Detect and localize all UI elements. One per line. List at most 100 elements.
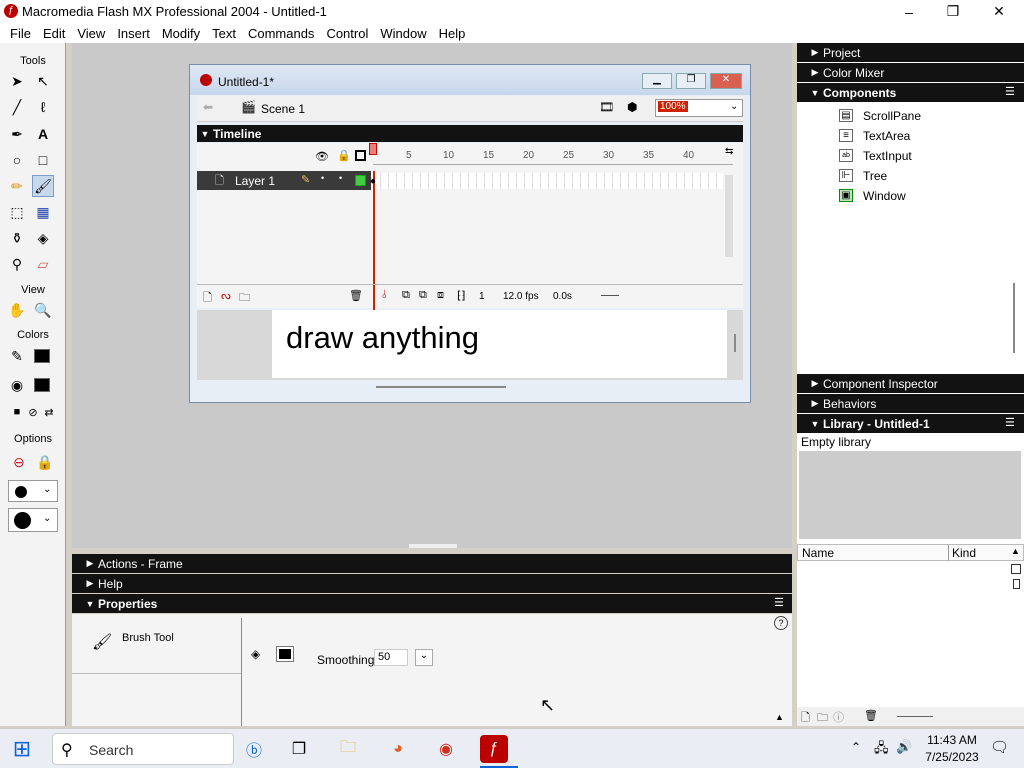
playhead-handle[interactable] xyxy=(369,143,377,155)
paint-bucket-tool-icon[interactable]: ◈ xyxy=(32,227,54,249)
center-frame-icon[interactable]: ⫰ xyxy=(382,289,387,302)
menu-modify[interactable]: Modify xyxy=(156,26,206,41)
panel-menu-icon[interactable]: ☰ xyxy=(1005,416,1015,429)
component-item[interactable]: ≡ TextArea xyxy=(839,127,1009,145)
collapse-arrow-icon[interactable]: ▲ xyxy=(775,712,784,722)
menu-file[interactable]: File xyxy=(4,26,37,41)
stage-canvas[interactable]: draw anything xyxy=(272,310,727,378)
task-view-icon[interactable]: ❐ xyxy=(285,735,313,763)
color-mixer-panel-header[interactable]: ▶ Color Mixer xyxy=(797,63,1024,82)
frame-ruler[interactable]: 5 10 15 20 25 30 35 40 xyxy=(373,143,733,165)
rectangle-tool-icon[interactable]: □ xyxy=(32,149,54,171)
wide-view-icon[interactable] xyxy=(1011,564,1021,574)
notifications-icon[interactable]: 🗨 xyxy=(990,738,1009,756)
flash-taskbar-icon[interactable]: ƒ xyxy=(480,735,508,763)
stage-vscroll[interactable] xyxy=(734,334,736,352)
component-item[interactable]: ab TextInput xyxy=(839,147,1009,165)
brush-size-select[interactable]: ⌄ xyxy=(8,480,58,502)
component-item[interactable]: ▣ Window xyxy=(839,187,1009,205)
eraser-tool-icon[interactable]: ▱ xyxy=(32,253,54,275)
project-panel-header[interactable]: ▶ Project xyxy=(797,43,1024,62)
menu-control[interactable]: Control xyxy=(320,26,374,41)
add-motion-guide-icon[interactable]: ᔓ xyxy=(221,289,231,302)
visible-dot-icon[interactable]: • xyxy=(321,173,324,183)
clock-time[interactable]: 11:43 AM xyxy=(922,733,982,747)
clock-date[interactable]: 7/25/2023 xyxy=(922,750,982,764)
text-tool-icon[interactable]: A xyxy=(32,123,54,145)
network-icon[interactable]: 🖧 xyxy=(874,739,889,761)
fill-color-icon[interactable]: ◉ xyxy=(6,374,28,396)
menu-help[interactable]: Help xyxy=(433,26,472,41)
insert-folder-icon[interactable]: 🗀 xyxy=(239,289,250,308)
close-button[interactable]: ✕ xyxy=(976,0,1022,23)
timeline-hscroll[interactable] xyxy=(601,295,619,296)
chevron-up-icon[interactable]: ⌃ xyxy=(851,740,861,754)
brush-tool-icon[interactable]: 🖌 xyxy=(32,175,54,197)
column-name[interactable]: Name xyxy=(802,546,834,560)
onion-skin-outlines-icon[interactable]: ⧉ xyxy=(419,289,427,302)
behaviors-panel-header[interactable]: ▶ Behaviors xyxy=(797,394,1024,413)
menu-commands[interactable]: Commands xyxy=(242,26,320,41)
column-kind[interactable]: Kind xyxy=(952,546,976,560)
outline-color-swatch[interactable] xyxy=(355,175,366,186)
layer-row[interactable]: 🗋 Layer 1 ✎ • • xyxy=(197,171,371,190)
new-symbol-icon[interactable]: 🗋 xyxy=(801,709,810,728)
timeline-scrollbar[interactable] xyxy=(725,175,733,257)
stage-hscroll[interactable] xyxy=(376,386,506,388)
stage-text[interactable]: draw anything xyxy=(286,320,479,356)
free-transform-tool-icon[interactable]: ⬚ xyxy=(6,201,28,223)
properties-panel-header[interactable]: ▼ Properties ☰ xyxy=(72,594,792,613)
menu-insert[interactable]: Insert xyxy=(111,26,156,41)
timeline-header[interactable]: ▼ Timeline xyxy=(197,125,743,142)
lock-fill-icon[interactable]: 🔒 xyxy=(34,451,56,473)
back-arrow-icon[interactable]: ⬅ xyxy=(203,100,213,114)
volume-icon[interactable]: 🔊 xyxy=(896,739,912,755)
zoom-select[interactable]: 100% ⌄ xyxy=(655,99,743,117)
smoothing-input[interactable]: 50 xyxy=(374,649,408,666)
sort-icon[interactable]: ▲ xyxy=(1011,546,1020,556)
splitter-handle[interactable] xyxy=(409,544,457,548)
new-folder-icon[interactable]: 🗀 xyxy=(817,709,828,728)
edit-symbols-icon[interactable]: ⬢ xyxy=(627,100,637,114)
pencil-tool-icon[interactable]: ✏ xyxy=(6,175,28,197)
hand-tool-icon[interactable]: ✋ xyxy=(6,299,28,321)
smoothing-dropdown[interactable]: ⌄ xyxy=(415,649,433,666)
lock-dot-icon[interactable]: • xyxy=(339,173,342,183)
library-hscroll[interactable] xyxy=(897,716,933,717)
fill-color-picker[interactable] xyxy=(276,646,294,662)
chrome-icon[interactable]: ◉ xyxy=(432,735,460,763)
component-inspector-header[interactable]: ▶ Component Inspector xyxy=(797,374,1024,393)
onion-skin-icon[interactable]: ⧉ xyxy=(402,289,410,302)
components-scrollbar[interactable] xyxy=(1013,283,1015,353)
eyedropper-tool-icon[interactable]: ⚲ xyxy=(6,253,28,275)
file-explorer-icon[interactable]: 🗀 xyxy=(334,735,362,763)
actions-panel-header[interactable]: ▶ Actions - Frame xyxy=(72,554,792,573)
swap-colors-icon[interactable]: ⇄ xyxy=(38,401,60,423)
brush-mode-icon[interactable]: ⊖ xyxy=(8,451,30,473)
delete-layer-icon[interactable]: 🗑 xyxy=(349,289,363,302)
fill-color-swatch[interactable] xyxy=(34,378,50,392)
component-item[interactable]: ⊩ Tree xyxy=(839,167,1009,185)
narrow-view-icon[interactable] xyxy=(1013,579,1020,589)
stroke-color-swatch[interactable] xyxy=(34,349,50,363)
timeline-menu-icon[interactable]: ⇆ xyxy=(725,146,733,157)
edit-scene-icon[interactable]: 🎞 xyxy=(599,100,614,114)
bing-icon[interactable]: ⓑ xyxy=(240,735,268,763)
help-icon[interactable]: ? xyxy=(774,616,788,630)
selection-tool-icon[interactable]: ➤ xyxy=(6,70,28,92)
menu-window[interactable]: Window xyxy=(374,26,432,41)
menu-view[interactable]: View xyxy=(71,26,111,41)
oval-tool-icon[interactable]: ○ xyxy=(6,149,28,171)
stroke-color-icon[interactable]: ✎ xyxy=(6,345,28,367)
search-box[interactable]: ⚲ Search xyxy=(52,733,234,765)
pen-tool-icon[interactable]: ✒ xyxy=(6,123,28,145)
ink-bottle-tool-icon[interactable]: ⚱ xyxy=(6,227,28,249)
panel-menu-icon[interactable]: ☰ xyxy=(774,596,784,609)
properties-icon[interactable]: ⓘ xyxy=(833,709,844,725)
doc-restore-button[interactable]: ❐ xyxy=(676,73,706,89)
component-item[interactable]: ▤ ScrollPane xyxy=(839,107,1009,125)
insert-layer-icon[interactable]: 🗋 xyxy=(203,289,212,308)
brush-shape-select[interactable]: ⌄ xyxy=(8,508,58,532)
modify-onion-markers-icon[interactable]: ⁅⁆ xyxy=(457,289,466,302)
frame-row[interactable] xyxy=(373,173,723,189)
